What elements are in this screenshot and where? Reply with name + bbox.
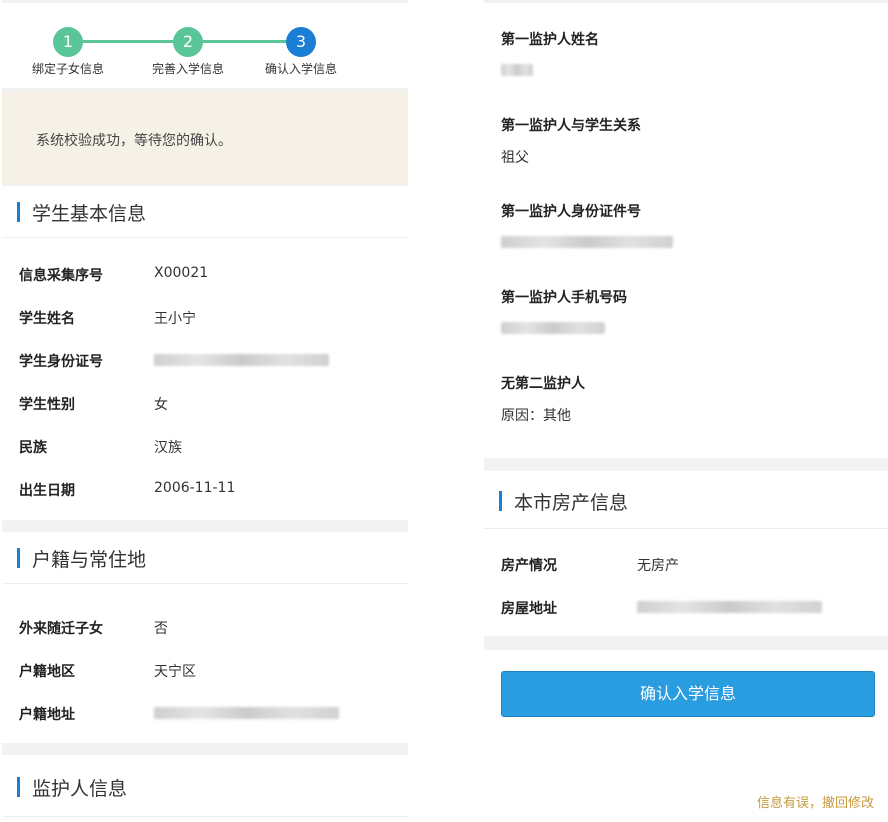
step-1-circle: 1 [53, 27, 83, 57]
redacted-value [637, 601, 822, 617]
row-label: 户籍地址 [19, 707, 75, 723]
row-value: 无房产 [637, 558, 679, 574]
section-header: 监护人信息 [2, 755, 408, 817]
revoke-edit-link[interactable]: 信息有误，撤回修改 [757, 792, 874, 811]
residence-section: 户籍与常住地 外来随迁子女 否 户籍地区 天宁区 户籍地址 [2, 532, 408, 743]
confirm-enrollment-button[interactable]: 确认入学信息 [501, 671, 875, 717]
redacted-value [154, 354, 329, 370]
row-label: 外来随迁子女 [19, 621, 103, 637]
section-title: 户籍与常住地 [32, 549, 147, 571]
info-row: 学生姓名 王小宁 [19, 308, 196, 328]
left-column: 1 2 3 绑定子女信息 完善入学信息 确认入学信息 系统校验成功，等待您的确认… [2, 0, 408, 822]
row-value: 否 [154, 621, 168, 637]
row-label: 房屋地址 [501, 601, 557, 617]
row-label: 房产情况 [501, 558, 557, 574]
guardian-item: 第一监护人姓名 [501, 29, 599, 76]
info-row: 民族 汉族 [19, 437, 182, 457]
section-title: 本市房产信息 [514, 492, 629, 514]
redacted-value [501, 64, 533, 80]
section-title: 监护人信息 [32, 778, 128, 800]
row-value: 2006-11-11 [154, 480, 236, 496]
redacted-value [501, 236, 673, 252]
item-value: 祖父 [501, 150, 529, 166]
row-value: 王小宁 [154, 311, 196, 327]
row-value: 汉族 [154, 440, 182, 456]
info-row: 房产情况 无房产 [501, 555, 679, 575]
info-row: 学生性别 女 [19, 394, 168, 414]
notice-text: 系统校验成功，等待您的确认。 [36, 133, 232, 149]
item-label: 第一监护人身份证件号 [501, 204, 641, 220]
guardian-item: 第一监护人身份证件号 [501, 201, 673, 248]
property-section: 本市房产信息 房产情况 无房产 房屋地址 [484, 471, 888, 636]
student-info-section: 学生基本信息 信息采集序号 X00021 学生姓名 王小宁 学生身份证号 学生性别 女… [2, 186, 408, 520]
section-accent-bar [17, 548, 20, 568]
item-label: 第一监护人与学生关系 [501, 118, 641, 134]
section-header: 本市房产信息 [484, 471, 888, 529]
step-3-circle: 3 [286, 27, 316, 57]
section-title: 学生基本信息 [32, 203, 147, 225]
row-label: 民族 [19, 440, 47, 456]
row-value: 女 [154, 397, 168, 413]
row-label: 学生身份证号 [19, 354, 103, 370]
section-header: 学生基本信息 [2, 186, 408, 238]
info-row: 房屋地址 [501, 598, 822, 618]
item-label: 第一监护人手机号码 [501, 290, 627, 306]
row-label: 出生日期 [19, 483, 75, 499]
info-row: 户籍地区 天宁区 [19, 661, 196, 681]
step-2-circle: 2 [173, 27, 203, 57]
guardian-item: 第一监护人手机号码 [501, 287, 627, 334]
info-row: 出生日期 2006-11-11 [19, 480, 235, 500]
info-row: 户籍地址 [19, 704, 339, 724]
info-row: 外来随迁子女 否 [19, 618, 168, 638]
guardian-item: 第一监护人与学生关系 祖父 [501, 115, 641, 166]
step-connector [68, 40, 188, 43]
section-accent-bar [17, 777, 20, 797]
step-1-label: 绑定子女信息 [31, 62, 105, 76]
progress-stepper: 1 2 3 绑定子女信息 完善入学信息 确认入学信息 [2, 3, 408, 89]
item-label: 无第二监护人 [501, 376, 585, 392]
info-row: 学生身份证号 [19, 351, 329, 371]
row-label: 学生性别 [19, 397, 75, 413]
section-accent-bar [17, 202, 20, 222]
info-row: 信息采集序号 X00021 [19, 265, 208, 285]
redacted-value [501, 322, 605, 338]
section-header: 户籍与常住地 [2, 532, 408, 584]
step-2-label: 完善入学信息 [151, 62, 225, 76]
guardian-section: 监护人信息 [2, 755, 408, 822]
row-label: 信息采集序号 [19, 268, 103, 284]
guardian-details: 第一监护人姓名 第一监护人与学生关系 祖父 第一监护人身份证件号 第一监护人手机… [484, 3, 888, 458]
row-value: 天宁区 [154, 664, 196, 680]
item-label: 第一监护人姓名 [501, 32, 599, 48]
redacted-value [154, 707, 339, 723]
guardian-item: 无第二监护人 原因：其他 [501, 373, 585, 424]
item-value: 原因：其他 [501, 408, 571, 424]
status-notice: 系统校验成功，等待您的确认。 [2, 92, 408, 184]
row-label: 户籍地区 [19, 664, 75, 680]
step-connector [188, 40, 301, 43]
row-label: 学生姓名 [19, 311, 75, 327]
step-3-label: 确认入学信息 [264, 62, 338, 76]
row-value: X00021 [154, 265, 209, 281]
section-accent-bar [499, 491, 502, 511]
